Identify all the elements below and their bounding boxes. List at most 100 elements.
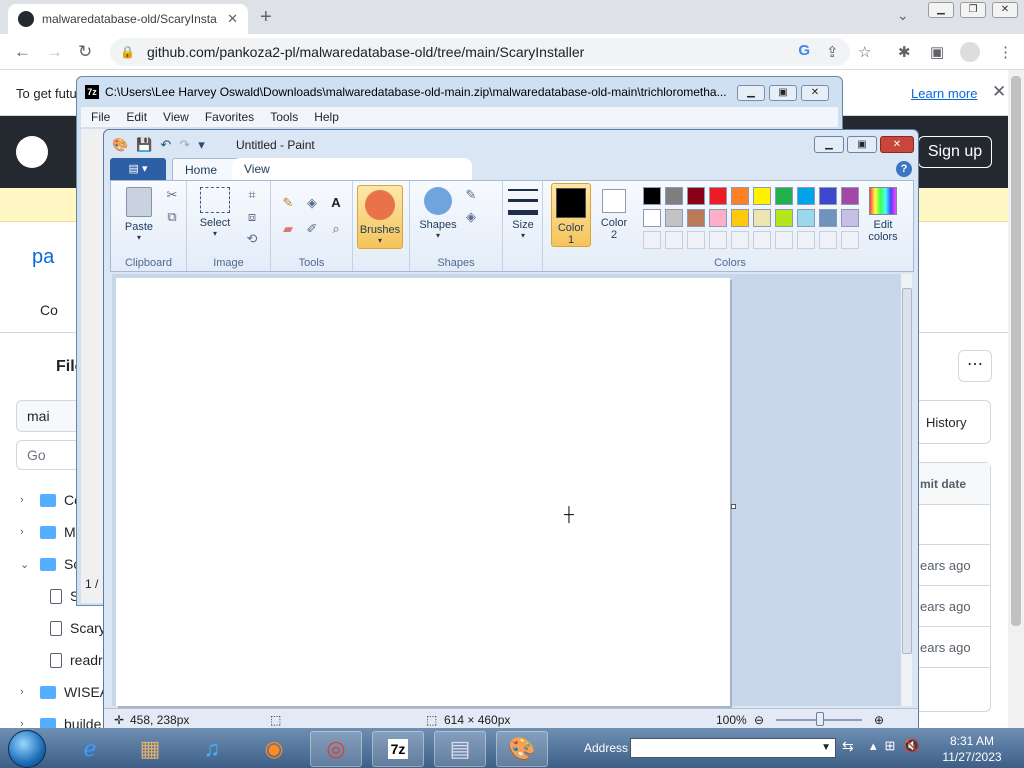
- repo-name[interactable]: pa: [32, 246, 54, 269]
- close-icon[interactable]: ✕: [880, 136, 914, 153]
- select-button[interactable]: Select ▾: [195, 187, 235, 238]
- drawing-canvas[interactable]: ┼: [116, 278, 730, 706]
- palette-swatch[interactable]: [731, 187, 749, 205]
- palette-swatch[interactable]: [687, 209, 705, 227]
- crop-icon[interactable]: ⌗: [243, 187, 261, 203]
- zoom-slider-thumb[interactable]: [816, 712, 824, 726]
- close-tab-icon[interactable]: ✕: [227, 11, 238, 27]
- tree-folder[interactable]: › WISEA: [0, 676, 110, 708]
- palette-swatch[interactable]: [709, 187, 727, 205]
- palette-swatch[interactable]: [775, 187, 793, 205]
- save-icon[interactable]: 💾: [136, 137, 152, 153]
- resize-icon[interactable]: ⧈: [243, 209, 261, 225]
- tab-view[interactable]: View: [232, 158, 472, 180]
- scrollbar-thumb[interactable]: [902, 288, 912, 654]
- palette-swatch[interactable]: [797, 209, 815, 227]
- palette-swatch[interactable]: [753, 187, 771, 205]
- fill-icon[interactable]: ◈: [303, 195, 321, 211]
- chevron-down-icon[interactable]: ⌄: [20, 558, 32, 571]
- rotate-icon[interactable]: ⟲: [243, 231, 261, 247]
- clock[interactable]: 8:31 AM 11/27/2023: [940, 733, 1004, 765]
- tab-code[interactable]: Co: [40, 302, 58, 318]
- outline-icon[interactable]: ✎: [462, 187, 480, 203]
- palette-swatch[interactable]: [709, 209, 727, 227]
- menu-help[interactable]: Help: [314, 110, 339, 124]
- close-icon[interactable]: ✕: [992, 82, 1006, 102]
- color2-button[interactable]: Color 2: [595, 187, 633, 241]
- history-button[interactable]: History: [915, 400, 991, 444]
- palette-swatch[interactable]: [687, 231, 705, 249]
- customize-qat-icon[interactable]: ▾: [198, 137, 205, 153]
- paste-button[interactable]: Paste ▾: [119, 187, 159, 242]
- zoom-out-icon[interactable]: ⊖: [754, 713, 764, 727]
- firefox-icon[interactable]: ◉: [248, 731, 300, 767]
- chevron-down-icon[interactable]: ▼: [821, 742, 831, 753]
- address-bar[interactable]: 🔒 github.com/pankoza2-pl/malwaredatabase…: [110, 38, 850, 66]
- close-icon[interactable]: ✕: [801, 85, 829, 101]
- palette-swatch[interactable]: [819, 231, 837, 249]
- help-icon[interactable]: ?: [896, 161, 912, 177]
- chevron-right-icon[interactable]: ›: [20, 494, 32, 506]
- side-panel-icon[interactable]: ▣: [930, 43, 944, 61]
- redo-icon[interactable]: ↷: [179, 137, 190, 153]
- edit-colors-button[interactable]: Edit colors: [861, 187, 905, 243]
- extensions-icon[interactable]: ✱: [898, 43, 911, 61]
- palette-swatch[interactable]: [731, 209, 749, 227]
- cut-icon[interactable]: ✂: [163, 187, 181, 203]
- shapes-button[interactable]: Shapes ▾: [418, 187, 458, 240]
- go-arrows-icon[interactable]: ⇆: [842, 738, 854, 755]
- bookmark-star-icon[interactable]: ☆: [858, 43, 871, 61]
- lock-icon[interactable]: 🔒: [120, 45, 135, 59]
- 7zip-taskbar-icon[interactable]: 7z: [372, 731, 424, 767]
- copy-icon[interactable]: ⧉: [163, 209, 181, 225]
- github-logo-icon[interactable]: [16, 136, 48, 168]
- palette-swatch[interactable]: [665, 187, 683, 205]
- tree-file[interactable]: readr: [0, 644, 110, 676]
- palette-swatch[interactable]: [709, 231, 727, 249]
- chevron-right-icon[interactable]: ›: [20, 526, 32, 538]
- share-icon[interactable]: ⇪: [826, 43, 839, 61]
- palette-swatch[interactable]: [665, 209, 683, 227]
- magnifier-icon[interactable]: ⌕: [327, 221, 345, 237]
- chrome-menu-icon[interactable]: ⋮: [998, 43, 1013, 61]
- close-window-icon[interactable]: ✕: [992, 2, 1018, 18]
- palette-swatch[interactable]: [753, 231, 771, 249]
- palette-swatch[interactable]: [687, 187, 705, 205]
- scrollbar-thumb[interactable]: [1011, 76, 1021, 626]
- zoom-in-icon[interactable]: ⊕: [874, 713, 884, 727]
- forward-icon[interactable]: →: [46, 42, 63, 62]
- page-scrollbar[interactable]: [1008, 70, 1024, 728]
- maximize-icon[interactable]: ▣: [847, 136, 877, 153]
- chrome-icon[interactable]: ◎: [310, 731, 362, 767]
- learn-more-link[interactable]: Learn more: [911, 86, 977, 101]
- canvas-scrollbar[interactable]: [900, 274, 912, 706]
- minimize-icon[interactable]: ▁: [814, 136, 844, 153]
- minimize-icon[interactable]: ▁: [737, 85, 765, 101]
- calculator-icon[interactable]: ▤: [434, 731, 486, 767]
- paint-menu-button[interactable]: ▤ ▾: [110, 158, 166, 180]
- palette-swatch[interactable]: [797, 231, 815, 249]
- new-tab-icon[interactable]: +: [260, 6, 272, 29]
- address-toolbar-input[interactable]: ▼: [630, 738, 836, 758]
- internet-explorer-icon[interactable]: ℯ: [64, 731, 116, 767]
- eraser-icon[interactable]: ▰: [279, 221, 297, 237]
- color-picker-icon[interactable]: ✐: [303, 221, 321, 237]
- palette-swatch[interactable]: [841, 209, 859, 227]
- palette-swatch[interactable]: [643, 187, 661, 205]
- palette-swatch[interactable]: [841, 187, 859, 205]
- color1-button[interactable]: Color 1: [551, 183, 591, 247]
- back-icon[interactable]: ←: [14, 42, 31, 62]
- google-lens-icon[interactable]: G: [798, 42, 810, 59]
- sign-up-button[interactable]: Sign up: [918, 136, 992, 168]
- menu-view[interactable]: View: [163, 110, 189, 124]
- browser-tab[interactable]: malwaredatabase-old/ScaryInsta ✕: [8, 4, 248, 34]
- palette-swatch[interactable]: [819, 209, 837, 227]
- palette-swatch[interactable]: [819, 187, 837, 205]
- undo-icon[interactable]: ↶: [160, 137, 171, 153]
- menu-file[interactable]: File: [91, 110, 110, 124]
- reload-icon[interactable]: ↻: [78, 42, 92, 62]
- network-icon[interactable]: ⊞: [885, 738, 896, 754]
- palette-swatch[interactable]: [797, 187, 815, 205]
- restore-icon[interactable]: ❐: [960, 2, 986, 18]
- palette-swatch[interactable]: [775, 209, 793, 227]
